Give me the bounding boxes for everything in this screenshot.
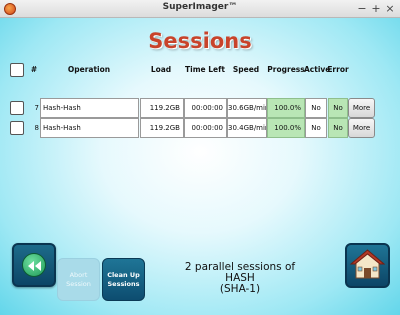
operation-cell: Hash-Hash (40, 118, 139, 138)
row-checkbox[interactable] (10, 101, 24, 115)
back-button[interactable] (12, 243, 56, 287)
table-row: 7 Hash-Hash 119.2GB 00:00:00 30.6GB/min … (9, 98, 375, 118)
active-cell: No (305, 118, 327, 138)
clean-up-sessions-button[interactable]: Clean Up Sessions (102, 258, 145, 301)
time-left-cell: 00:00:00 (184, 98, 227, 118)
header-time-left: Time Left (185, 65, 225, 74)
header-progress: Progress (267, 65, 305, 74)
window-title: SuperImager™ (162, 2, 238, 12)
page-title: Sessions (148, 29, 252, 53)
abort-session-button[interactable]: Abort Session (57, 258, 100, 301)
row-checkbox[interactable] (10, 121, 24, 135)
minimize-button[interactable]: − (356, 2, 368, 16)
error-cell: No (328, 118, 348, 138)
close-button[interactable]: × (384, 2, 396, 16)
row-number: 8 (34, 124, 39, 132)
clean-up-sessions-label: Clean Up Sessions (107, 270, 140, 288)
row-number: 7 (34, 104, 39, 112)
header-speed: Speed (232, 65, 260, 74)
select-all-checkbox[interactable] (10, 63, 24, 77)
speed-cell: 30.6GB/min (227, 98, 267, 118)
header-operation: Operation (67, 65, 111, 74)
home-icon (349, 249, 386, 279)
header-load: Load (150, 65, 172, 74)
progress-cell: 100.0% (267, 118, 305, 138)
header-active: Active (304, 65, 331, 74)
table-row: 8 Hash-Hash 119.2GB 00:00:00 30.4GB/min … (9, 118, 375, 138)
more-button[interactable]: More (348, 118, 375, 138)
session-status: 2 parallel sessions of HASH (SHA-1) (170, 262, 310, 295)
header-error: Error (327, 65, 349, 74)
time-left-cell: 00:00:00 (184, 118, 227, 138)
status-line-2: (SHA-1) (219, 283, 261, 295)
progress-cell: 100.0% (267, 98, 305, 118)
header-num: # (30, 65, 38, 74)
home-button[interactable] (345, 243, 390, 288)
active-cell: No (305, 98, 327, 118)
status-line-1: 2 parallel sessions of HASH (184, 261, 296, 284)
abort-session-label: Abort Session (66, 270, 91, 288)
more-button[interactable]: More (348, 98, 375, 118)
maximize-button[interactable]: + (370, 2, 382, 16)
error-cell: No (328, 98, 348, 118)
load-cell: 119.2GB (140, 98, 184, 118)
speed-cell: 30.4GB/min (227, 118, 267, 138)
title-bar: SuperImager™ − + × (0, 0, 400, 18)
load-cell: 119.2GB (140, 118, 184, 138)
operation-cell: Hash-Hash (40, 98, 139, 118)
rewind-icon (22, 253, 46, 277)
